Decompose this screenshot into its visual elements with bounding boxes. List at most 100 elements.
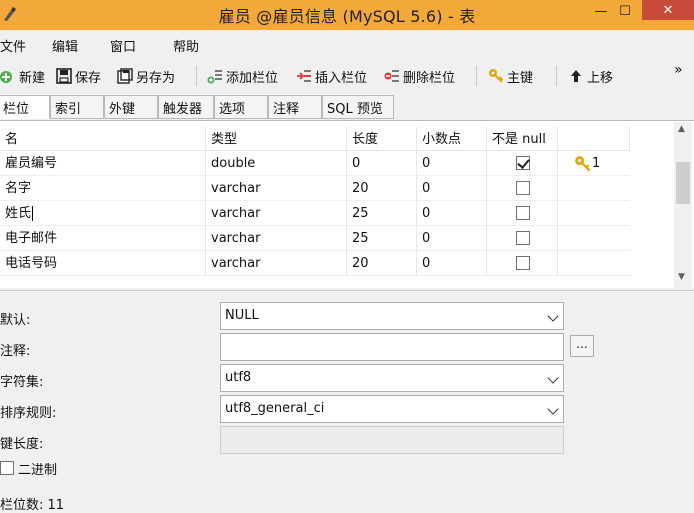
field-decimals[interactable]: 0: [417, 151, 487, 176]
not-null-checkbox[interactable]: [516, 181, 530, 195]
field-name[interactable]: 姓氏: [0, 201, 206, 226]
table-row[interactable]: 雇员编号 double 0 0 1: [0, 151, 630, 176]
menu-file[interactable]: 文件: [0, 36, 26, 55]
save-icon: [56, 68, 72, 84]
tab-fields[interactable]: 栏位: [0, 95, 50, 119]
field-decimals[interactable]: 0: [417, 251, 487, 276]
comment-edit-button[interactable]: ...: [570, 335, 594, 357]
field-decimals[interactable]: 0: [417, 176, 487, 201]
delete-field-button[interactable]: 删除栏位: [384, 66, 455, 86]
field-length[interactable]: 20: [347, 176, 417, 201]
header-key: [558, 127, 630, 152]
collation-select[interactable]: utf8_general_ci: [220, 395, 564, 423]
charset-value: utf8: [225, 370, 252, 385]
field-key-cell: [558, 176, 630, 201]
comment-input[interactable]: [220, 333, 564, 361]
field-type[interactable]: varchar: [206, 226, 347, 251]
scrollbar-thumb[interactable]: [676, 162, 690, 204]
collation-label: 排序规则:: [0, 406, 57, 421]
arrow-up-icon: [571, 70, 581, 82]
charset-label: 字符集:: [0, 375, 44, 390]
field-length[interactable]: 25: [347, 201, 417, 226]
field-name[interactable]: 雇员编号: [0, 151, 206, 176]
tab-indexes[interactable]: 索引: [50, 95, 104, 119]
tab-comment[interactable]: 注释: [268, 95, 322, 119]
charset-select[interactable]: utf8: [220, 364, 564, 392]
menu-help[interactable]: 帮助: [173, 36, 199, 55]
default-select[interactable]: NULL: [220, 302, 564, 330]
not-null-checkbox[interactable]: [516, 231, 530, 245]
comment-label: 注释:: [0, 344, 31, 359]
chevron-down-icon: [547, 310, 559, 322]
maximize-button[interactable]: ☐: [614, 0, 636, 22]
table-row[interactable]: 电话号码 varchar 20 0: [0, 251, 630, 276]
new-button[interactable]: 新建: [0, 66, 45, 86]
tab-triggers[interactable]: 触发器: [158, 95, 214, 119]
header-decimals[interactable]: 小数点: [417, 127, 487, 152]
header-name[interactable]: 名: [0, 127, 206, 152]
save-as-button[interactable]: 另存为: [117, 66, 175, 86]
field-name-text: 姓氏: [5, 206, 32, 221]
table-row[interactable]: 电子邮件 varchar 25 0: [0, 226, 630, 251]
table-row[interactable]: 名字 varchar 20 0: [0, 176, 630, 201]
scroll-down-arrow-icon[interactable]: ▼: [678, 272, 685, 282]
field-decimals[interactable]: 0: [417, 226, 487, 251]
field-type[interactable]: varchar: [206, 176, 347, 201]
field-length[interactable]: 25: [347, 226, 417, 251]
save-button[interactable]: 保存: [56, 66, 101, 86]
field-length[interactable]: 0: [347, 151, 417, 176]
field-type[interactable]: varchar: [206, 251, 347, 276]
field-decimals[interactable]: 0: [417, 201, 487, 226]
new-icon: [0, 71, 12, 83]
scroll-up-arrow-icon[interactable]: ▲: [678, 124, 685, 134]
window-title: 雇员 @雇员信息 (MySQL 5.6) - 表: [218, 7, 476, 26]
field-not-null-cell: [487, 226, 558, 251]
field-key-cell: [558, 251, 630, 276]
tab-foreign-keys[interactable]: 外键: [104, 95, 158, 119]
chevron-down-icon: [547, 372, 559, 384]
grid-scrollbar[interactable]: ▲ ▼: [674, 122, 692, 288]
table-row[interactable]: 姓氏 varchar 25 0: [0, 201, 630, 226]
toolbar-separator: [476, 66, 477, 86]
field-key-cell: [558, 226, 630, 251]
tab-sql-preview[interactable]: SQL 预览: [322, 95, 394, 119]
title-bar: 雇员 @雇员信息 (MySQL 5.6) - 表 — ☐ ✕: [0, 0, 694, 30]
move-up-label: 上移: [587, 70, 614, 86]
binary-checkbox[interactable]: [0, 461, 14, 475]
minimize-button[interactable]: —: [590, 0, 612, 22]
header-not-null[interactable]: 不是 null: [487, 127, 558, 152]
menu-edit[interactable]: 编辑: [52, 36, 78, 55]
toolbar-separator: [556, 66, 557, 86]
move-up-button[interactable]: 上移: [568, 66, 613, 86]
grid-header: 名 类型 长度 小数点 不是 null: [0, 127, 630, 152]
field-name[interactable]: 电子邮件: [0, 226, 206, 251]
menu-window[interactable]: 窗口: [110, 36, 136, 55]
field-not-null-cell: [487, 251, 558, 276]
default-value: NULL: [225, 308, 259, 323]
save-as-label: 另存为: [136, 70, 176, 86]
toolbar-overflow-button[interactable]: »: [674, 62, 683, 78]
close-button[interactable]: ✕: [642, 0, 694, 20]
text-cursor: [32, 206, 34, 221]
field-type[interactable]: varchar: [206, 201, 347, 226]
header-type[interactable]: 类型: [206, 127, 347, 152]
not-null-checkbox[interactable]: [516, 206, 530, 220]
insert-field-label: 插入栏位: [315, 70, 368, 86]
delete-field-icon: [384, 70, 399, 82]
primary-key-button[interactable]: 主键: [488, 66, 533, 86]
tab-options[interactable]: 选项: [214, 95, 268, 119]
field-type[interactable]: double: [206, 151, 347, 176]
add-field-button[interactable]: 添加栏位: [207, 66, 278, 86]
field-name[interactable]: 名字: [0, 176, 206, 201]
not-null-checkbox[interactable]: [516, 256, 530, 270]
not-null-checkbox[interactable]: [516, 156, 530, 170]
toolbar: 新建 保存 另存为 添加栏位 插入栏位 删除栏位 主键 上移 »: [0, 60, 694, 92]
key-icon: [489, 69, 504, 83]
header-length[interactable]: 长度: [347, 127, 417, 152]
save-label: 保存: [75, 70, 102, 86]
toolbar-separator: [196, 66, 197, 86]
field-length[interactable]: 20: [347, 251, 417, 276]
field-name[interactable]: 电话号码: [0, 251, 206, 276]
key-length-input: [220, 426, 564, 454]
insert-field-button[interactable]: 插入栏位: [296, 66, 367, 86]
